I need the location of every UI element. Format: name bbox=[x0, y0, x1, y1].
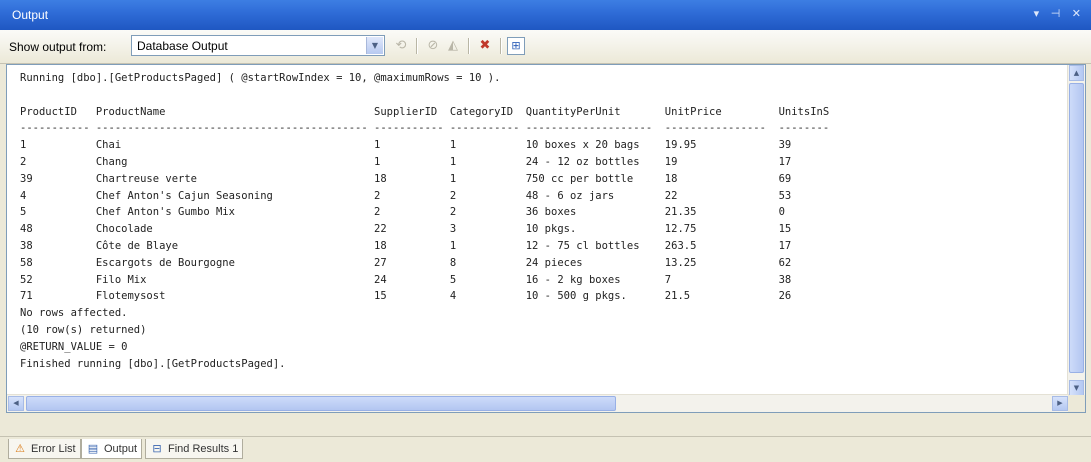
scroll-down-icon[interactable]: ▼ bbox=[1069, 380, 1084, 396]
scroll-left-icon[interactable]: ◀ bbox=[8, 396, 24, 411]
horizontal-scroll-thumb[interactable] bbox=[26, 396, 616, 411]
horizontal-scrollbar[interactable]: ◀ ▶ bbox=[7, 394, 1069, 412]
output-line: 2 Chang 1 1 24 - 12 oz bottles 19 17 bbox=[20, 155, 792, 168]
output-toolbar: Show output from: Database Output ▼ ⟲ ⊘ … bbox=[0, 30, 1091, 64]
output-line: 4 Chef Anton's Cajun Seasoning 2 2 48 - … bbox=[20, 189, 792, 202]
find-results-icon: ⊟ bbox=[152, 442, 162, 455]
toolbar-separator bbox=[468, 38, 470, 54]
tab-label: Output bbox=[104, 443, 138, 455]
output-icon: ▤ bbox=[87, 442, 99, 455]
output-line: 58 Escargots de Bourgogne 27 8 24 pieces… bbox=[20, 256, 792, 269]
scroll-corner bbox=[1068, 395, 1085, 412]
output-source-select[interactable]: Database Output ▼ bbox=[131, 35, 385, 56]
error-list-icon: ⚠ bbox=[15, 442, 25, 455]
output-line: 1 Chai 1 1 10 boxes x 20 bags 19.95 39 bbox=[20, 139, 792, 152]
output-line: 39 Chartreuse verte 18 1 750 cc per bott… bbox=[20, 172, 792, 185]
previous-message-icon[interactable]: ⟲ bbox=[392, 37, 410, 55]
scroll-up-icon[interactable]: ▲ bbox=[1069, 65, 1084, 81]
scroll-right-icon[interactable]: ▶ bbox=[1052, 396, 1068, 411]
toolbar-separator bbox=[500, 38, 502, 54]
output-line: 52 Filo Mix 24 5 16 - 2 kg boxes 7 38 bbox=[20, 273, 792, 286]
word-wrap-toggle-icon[interactable]: ⊞ bbox=[507, 37, 525, 55]
window-controls[interactable]: ▾ ⊣ ✕ bbox=[1034, 7, 1085, 20]
chevron-down-icon[interactable]: ▼ bbox=[366, 37, 383, 54]
tab-error-list[interactable]: ⚠ Error List bbox=[8, 439, 81, 459]
tab-label: Error List bbox=[31, 443, 76, 455]
output-line: Finished running [dbo].[GetProductsPaged… bbox=[20, 357, 286, 370]
vertical-scroll-thumb[interactable] bbox=[1069, 83, 1084, 373]
tab-output[interactable]: ▤ Output bbox=[81, 439, 143, 459]
tool-window-tabs: ⚠ Error List ▤ Output ⊟ Find Results 1 bbox=[0, 436, 1091, 462]
tab-label: Find Results 1 bbox=[168, 443, 239, 455]
go-to-next-icon[interactable]: ◭ bbox=[444, 37, 462, 55]
output-line: No rows affected. bbox=[20, 307, 128, 320]
output-pane: Running [dbo].[GetProductsPaged] ( @star… bbox=[6, 64, 1086, 413]
find-message-icon[interactable]: ⊘ bbox=[424, 37, 442, 55]
output-text-area[interactable]: Running [dbo].[GetProductsPaged] ( @star… bbox=[7, 65, 1069, 396]
output-line: 5 Chef Anton's Gumbo Mix 2 2 36 boxes 21… bbox=[20, 206, 785, 219]
show-output-from-label: Show output from: bbox=[9, 40, 107, 54]
output-text: Running [dbo].[GetProductsPaged] ( @star… bbox=[20, 70, 829, 372]
output-line: @RETURN_VALUE = 0 bbox=[20, 340, 128, 353]
clear-all-icon[interactable]: ✖ bbox=[476, 37, 494, 55]
output-window: Output ▾ ⊣ ✕ Show output from: Database … bbox=[0, 0, 1091, 462]
output-line: ProductID ProductName SupplierID Categor… bbox=[20, 105, 830, 118]
output-line: Running [dbo].[GetProductsPaged] ( @star… bbox=[20, 72, 501, 84]
vertical-scrollbar[interactable]: ▲ ▼ bbox=[1067, 65, 1085, 396]
output-line: 38 Côte de Blaye 18 1 12 - 75 cl bottles… bbox=[20, 239, 792, 252]
tab-find-results-1[interactable]: ⊟ Find Results 1 bbox=[145, 439, 244, 459]
output-line: ----------- ----------------------------… bbox=[20, 122, 830, 135]
output-line: (10 row(s) returned) bbox=[20, 323, 147, 336]
output-source-value: Database Output bbox=[137, 39, 228, 53]
output-line: 71 Flotemysost 15 4 10 - 500 g pkgs. 21.… bbox=[20, 290, 792, 303]
window-title: Output bbox=[12, 8, 49, 22]
title-bar[interactable]: Output ▾ ⊣ ✕ bbox=[0, 0, 1091, 30]
output-line: 48 Chocolade 22 3 10 pkgs. 12.75 15 bbox=[20, 223, 792, 236]
toolbar-separator bbox=[416, 38, 418, 54]
